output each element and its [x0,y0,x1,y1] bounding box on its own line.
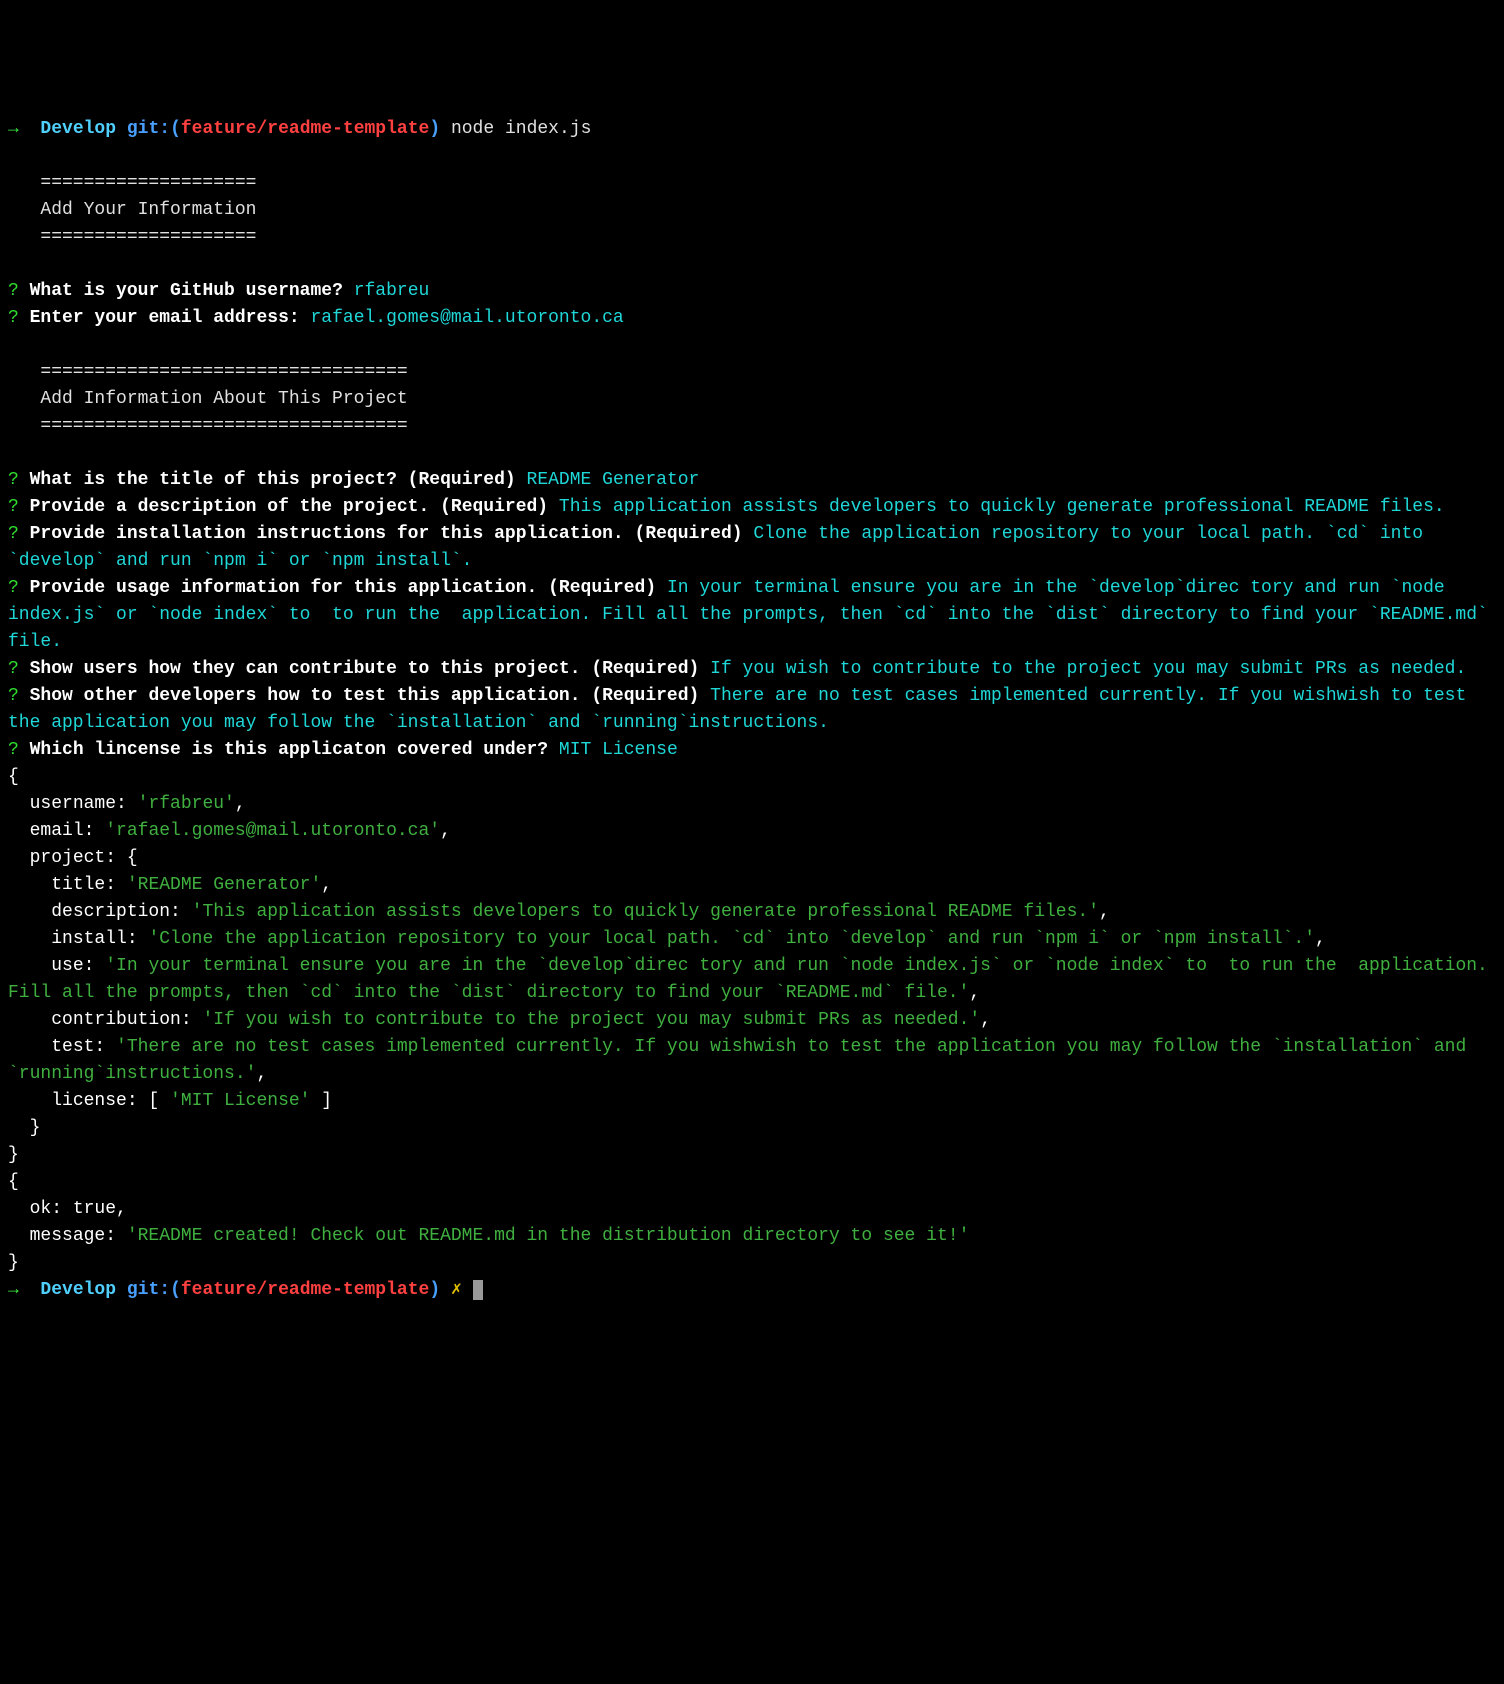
git-label-close: ) [429,119,440,139]
command: node index.js [451,119,591,139]
object-string: 'README created! Check out README.md in … [127,1226,970,1246]
question-mark-icon: ? [8,686,19,706]
question-mark-icon: ? [8,659,19,679]
object-string: 'There are no test cases implemented cur… [8,1037,1477,1084]
question-text: Show other developers how to test this a… [30,686,700,706]
object-key: project: { [8,848,138,868]
object-punct: , [321,875,332,895]
question-text: Which lincense is this applicaton covere… [30,740,548,760]
object-key: test: [8,1037,116,1057]
object-string: 'This application assists developers to … [192,902,1099,922]
object-key: username: [8,794,138,814]
object-string: 'In your terminal ensure you are in the … [8,956,1499,1003]
question-mark-icon: ? [8,497,19,517]
question-mark-icon: ? [8,524,19,544]
object-key: license: [ [8,1091,170,1111]
object-key: title: [8,875,127,895]
prompt-arrow: → [8,1280,19,1300]
object-brace: { [8,1172,19,1192]
cursor-icon[interactable] [473,1280,483,1300]
question-text: Show users how they can contribute to th… [30,659,700,679]
object-punct: ] [310,1091,332,1111]
object-string: 'rafael.gomes@mail.utoronto.ca' [105,821,440,841]
object-punct: , [235,794,246,814]
prompt-arrow: → [8,119,19,139]
git-label-close: ) [429,1280,440,1300]
prompt-dir: Develop [40,1280,116,1300]
object-key: message: [8,1226,127,1246]
answer-text: MIT License [559,740,678,760]
question-text: What is the title of this project? (Requ… [30,470,516,490]
object-punct: , [980,1010,991,1030]
answer-text: This application assists developers to q… [559,497,1445,517]
section-separator: ================================== [40,416,407,436]
object-string: 'If you wish to contribute to the projec… [202,1010,980,1030]
git-dirty-icon: ✗ [451,1280,462,1300]
answer-text: rafael.gomes@mail.utoronto.ca [310,308,623,328]
object-key: use: [8,956,105,976]
object-key: description: [8,902,192,922]
section-separator: ==================== [40,227,256,247]
git-label: git:( [127,119,181,139]
question-mark-icon: ? [8,740,19,760]
section-title: Add Your Information [40,200,256,220]
object-brace: } [8,1118,40,1138]
question-text: Provide installation instructions for th… [30,524,743,544]
object-string: 'README Generator' [127,875,321,895]
object-brace: } [8,1145,19,1165]
object-string: 'MIT License' [170,1091,310,1111]
question-mark-icon: ? [8,470,19,490]
question-text: Provide usage information for this appli… [30,578,657,598]
object-punct: , [969,983,980,1003]
object-brace: { [8,767,19,787]
question-text: Enter your email address: [30,308,300,328]
object-punct: , [440,821,451,841]
git-label: git:( [127,1280,181,1300]
object-key: install: [8,929,148,949]
section-title: Add Information About This Project [40,389,407,409]
answer-text: If you wish to contribute to the project… [710,659,1466,679]
answer-text: README Generator [527,470,700,490]
question-text: Provide a description of the project. (R… [30,497,548,517]
object-punct: , [1099,902,1110,922]
question-mark-icon: ? [8,308,19,328]
terminal-output[interactable]: → Develop git:(feature/readme-template) … [8,116,1496,1304]
answer-text: rfabreu [354,281,430,301]
object-key: ok: true, [8,1199,127,1219]
object-string: 'rfabreu' [138,794,235,814]
object-punct: , [256,1064,267,1084]
section-separator: ==================== [40,173,256,193]
question-mark-icon: ? [8,281,19,301]
question-text: What is your GitHub username? [30,281,343,301]
git-branch: feature/readme-template [181,119,429,139]
prompt-dir: Develop [40,119,116,139]
section-separator: ================================== [40,362,407,382]
question-mark-icon: ? [8,578,19,598]
git-branch: feature/readme-template [181,1280,429,1300]
object-punct: , [1315,929,1326,949]
object-string: 'Clone the application repository to you… [148,929,1315,949]
object-key: email: [8,821,105,841]
object-key: contribution: [8,1010,202,1030]
object-brace: } [8,1253,19,1273]
